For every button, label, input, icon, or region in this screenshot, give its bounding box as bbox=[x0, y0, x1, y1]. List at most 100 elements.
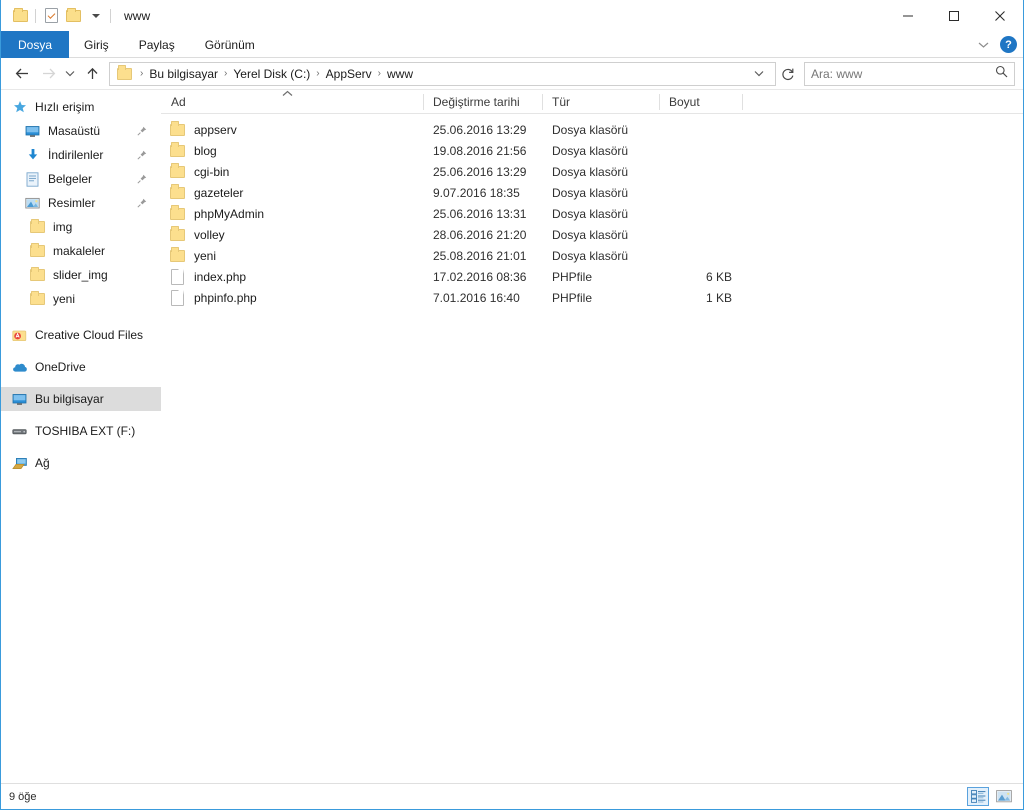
file-name-label: cgi-bin bbox=[194, 164, 230, 179]
sidebar-item-resimler[interactable]: Resimler bbox=[1, 191, 161, 215]
file-name-cell[interactable]: yeni bbox=[161, 247, 423, 264]
breadcrumb-folder-icon bbox=[116, 65, 133, 82]
new-folder-icon[interactable] bbox=[62, 5, 84, 27]
breadcrumb-chevron-down-icon[interactable] bbox=[747, 70, 771, 77]
large-icons-view-button[interactable] bbox=[993, 787, 1015, 806]
column-header-extra[interactable] bbox=[742, 90, 782, 114]
sidebar-item-belgeler[interactable]: Belgeler bbox=[1, 167, 161, 191]
column-header-tur[interactable]: Tür bbox=[542, 90, 659, 114]
file-date-cell: 25.06.2016 13:31 bbox=[433, 206, 527, 221]
column-header-ad[interactable]: Ad bbox=[161, 90, 423, 114]
sidebar-item-yeni[interactable]: yeni bbox=[1, 287, 161, 311]
breadcrumb-item-yerel-disk[interactable]: Yerel Disk (C:) bbox=[229, 67, 314, 81]
minimize-button[interactable] bbox=[885, 0, 931, 31]
pin-icon[interactable] bbox=[137, 149, 147, 163]
expand-ribbon-chevron-down-icon[interactable] bbox=[976, 38, 990, 52]
breadcrumb-item-bu-bilgisayar[interactable]: Bu bilgisayar bbox=[145, 67, 222, 81]
window-title: www bbox=[124, 8, 151, 23]
quick-access-toolbar bbox=[9, 5, 115, 27]
table-row[interactable]: index.php 17.02.2016 08:36 PHPfile 6 KB bbox=[161, 266, 1023, 287]
window-controls bbox=[885, 0, 1023, 31]
file-type-cell: Dosya klasörü bbox=[552, 185, 629, 200]
onedrive-icon bbox=[11, 359, 28, 376]
breadcrumb-separator-3: › bbox=[377, 68, 382, 79]
sidebar-item-masaustu[interactable]: Masaüstü bbox=[1, 119, 161, 143]
table-row[interactable]: appserv 25.06.2016 13:29 Dosya klasörü bbox=[161, 119, 1023, 140]
folder-icon bbox=[169, 121, 186, 138]
table-row[interactable]: yeni 25.08.2016 21:01 Dosya klasörü bbox=[161, 245, 1023, 266]
tab-gorunum[interactable]: Görünüm bbox=[190, 31, 270, 58]
folder-icon bbox=[29, 242, 46, 260]
column-header-degistirme-tarihi[interactable]: Değiştirme tarihi bbox=[423, 90, 542, 114]
folder-icon bbox=[169, 142, 186, 159]
maximize-button[interactable] bbox=[931, 0, 977, 31]
folder-icon bbox=[169, 226, 186, 243]
column-header-boyut[interactable]: Boyut bbox=[659, 90, 742, 114]
ribbon-tab-strip: Dosya Giriş Paylaş Görünüm ? bbox=[1, 31, 1023, 58]
sidebar-item-onedrive[interactable]: OneDrive bbox=[1, 355, 161, 379]
search-icon[interactable] bbox=[995, 65, 1008, 83]
file-name-cell[interactable]: cgi-bin bbox=[161, 163, 423, 180]
sidebar-item-bu-bilgisayar[interactable]: Bu bilgisayar bbox=[1, 387, 161, 411]
sidebar-item-ag[interactable]: Ağ bbox=[1, 451, 161, 475]
details-view-button[interactable] bbox=[967, 787, 989, 806]
sidebar-item-creative-cloud-files[interactable]: Creative Cloud Files bbox=[1, 323, 161, 347]
table-row[interactable]: gazeteler 9.07.2016 18:35 Dosya klasörü bbox=[161, 182, 1023, 203]
table-row[interactable]: volley 28.06.2016 21:20 Dosya klasörü bbox=[161, 224, 1023, 245]
status-bar: 9 öğe bbox=[1, 783, 1023, 809]
table-row[interactable]: cgi-bin 25.06.2016 13:29 Dosya klasörü bbox=[161, 161, 1023, 182]
tab-paylas[interactable]: Paylaş bbox=[124, 31, 190, 58]
search-box[interactable] bbox=[804, 61, 1015, 86]
pin-icon[interactable] bbox=[137, 197, 147, 211]
breadcrumb[interactable]: › Bu bilgisayar › Yerel Disk (C:) › AppS… bbox=[109, 61, 776, 86]
address-bar: › Bu bilgisayar › Yerel Disk (C:) › AppS… bbox=[1, 58, 1023, 90]
file-date-cell: 25.08.2016 21:01 bbox=[433, 248, 527, 263]
file-date-cell: 7.01.2016 16:40 bbox=[433, 290, 520, 305]
search-input[interactable] bbox=[811, 66, 995, 81]
help-icon[interactable]: ? bbox=[1000, 36, 1017, 53]
file-name-cell[interactable]: phpinfo.php bbox=[161, 289, 423, 306]
tab-giris[interactable]: Giriş bbox=[69, 31, 124, 58]
back-button[interactable] bbox=[9, 61, 35, 87]
view-mode-buttons bbox=[967, 787, 1015, 806]
sidebar-item-toshiba-ext[interactable]: TOSHIBA EXT (F:) bbox=[1, 419, 161, 443]
tab-dosya[interactable]: Dosya bbox=[1, 31, 70, 58]
sidebar-item-hizli-erisim[interactable]: Hızlı erişim bbox=[1, 95, 161, 119]
file-size-cell: 6 KB bbox=[705, 269, 732, 284]
file-name-cell[interactable]: blog bbox=[161, 142, 423, 159]
sidebar-item-img[interactable]: img bbox=[1, 215, 161, 239]
sidebar-item-label: OneDrive bbox=[35, 360, 86, 374]
file-type-cell: PHPfile bbox=[552, 269, 593, 284]
forward-button[interactable] bbox=[35, 61, 61, 87]
breadcrumb-item-appserv[interactable]: AppServ bbox=[322, 67, 376, 81]
file-date-cell: 17.02.2016 08:36 bbox=[433, 269, 527, 284]
item-count-label: 9 öğe bbox=[9, 790, 37, 803]
properties-icon[interactable] bbox=[40, 5, 62, 27]
sidebar-item-label: TOSHIBA EXT (F:) bbox=[35, 424, 136, 438]
pin-icon[interactable] bbox=[137, 173, 147, 187]
file-name-label: index.php bbox=[194, 269, 247, 284]
table-row[interactable]: phpMyAdmin 25.06.2016 13:31 Dosya klasör… bbox=[161, 203, 1023, 224]
file-name-cell[interactable]: volley bbox=[161, 226, 423, 243]
close-button[interactable] bbox=[977, 0, 1023, 31]
desktop-icon bbox=[24, 123, 41, 140]
sidebar-item-indirilenler[interactable]: İndirilenler bbox=[1, 143, 161, 167]
file-name-cell[interactable]: phpMyAdmin bbox=[161, 205, 423, 222]
explorer-body: Hızlı erişim Masaüstü İndirilenler Belge… bbox=[1, 90, 1023, 783]
sidebar-item-slider-img[interactable]: slider_img bbox=[1, 263, 161, 287]
file-name-label: yeni bbox=[194, 248, 217, 263]
file-name-cell[interactable]: appserv bbox=[161, 121, 423, 138]
breadcrumb-item-www[interactable]: www bbox=[383, 67, 417, 81]
sidebar-item-makaleler[interactable]: makaleler bbox=[1, 239, 161, 263]
customize-quick-access-caret[interactable] bbox=[84, 5, 106, 27]
file-name-cell[interactable]: index.php bbox=[161, 268, 423, 285]
recent-locations-chevron-down-icon[interactable] bbox=[61, 61, 79, 87]
refresh-icon[interactable] bbox=[776, 62, 800, 86]
table-row[interactable]: blog 19.08.2016 21:56 Dosya klasörü bbox=[161, 140, 1023, 161]
table-row[interactable]: phpinfo.php 7.01.2016 16:40 PHPfile 1 KB bbox=[161, 287, 1023, 308]
up-button[interactable] bbox=[79, 61, 105, 87]
file-name-cell[interactable]: gazeteler bbox=[161, 184, 423, 201]
pin-icon[interactable] bbox=[137, 125, 147, 139]
